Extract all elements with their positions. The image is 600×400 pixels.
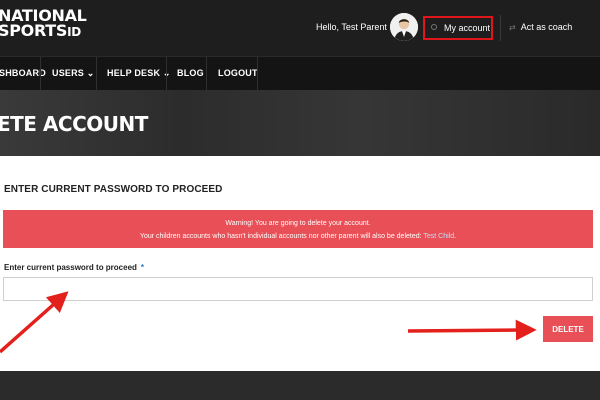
avatar[interactable] [390, 13, 418, 41]
nav-divider [40, 57, 41, 91]
child-account-link[interactable]: Test Child [423, 233, 454, 240]
nav-divider [166, 57, 167, 91]
act-as-coach-link[interactable]: ⇄ Act as coach [509, 22, 572, 32]
my-account-label: My account [444, 23, 491, 33]
site-logo[interactable]: NATIONAL SPORTSID [0, 8, 87, 40]
header-divider [500, 15, 501, 41]
swap-arrows-icon: ⇄ [509, 23, 516, 32]
nav-divider [96, 57, 97, 91]
warning-line2-container: Your children accounts who hasn't indivi… [3, 233, 593, 240]
nav-item-blog[interactable]: BLOG [177, 57, 204, 91]
top-header: NATIONAL SPORTSID Hello, Test Parent My … [0, 0, 600, 56]
gear-icon [431, 24, 437, 30]
current-password-input[interactable] [3, 277, 593, 301]
act-as-coach-label: Act as coach [520, 22, 573, 32]
warning-line2-end: . [454, 233, 457, 240]
nav-item-users[interactable]: USERS ⌄ [52, 57, 94, 91]
page-title: ETE ACCOUNT [0, 112, 148, 136]
delete-button[interactable]: DELETE [543, 316, 593, 342]
my-account-button[interactable]: My account [423, 16, 493, 40]
main-navigation: SHBOARD USERS ⌄ HELP DESK ⌄ BLOG LOGOUT [0, 56, 600, 91]
password-field-label-text: Enter current password to proceed [4, 263, 137, 272]
logo-line2: SPORTS [0, 21, 68, 40]
required-mark: * [140, 263, 145, 272]
user-greeting: Hello, Test Parent [316, 22, 387, 32]
nav-divider [257, 57, 258, 91]
logo-id: ID [67, 25, 81, 39]
page-hero: ETE ACCOUNT [0, 90, 600, 156]
password-field-label: Enter current password to proceed * [4, 263, 144, 272]
warning-line2: Your children accounts who hasn't indivi… [139, 233, 422, 240]
warning-line1: Warning! You are going to delete your ac… [225, 220, 371, 227]
warning-alert: Warning! You are going to delete your ac… [3, 210, 593, 248]
delete-account-panel: ENTER CURRENT PASSWORD TO PROCEED Warnin… [0, 156, 600, 371]
nav-divider [206, 57, 207, 91]
nav-item-help-desk[interactable]: HELP DESK ⌄ [107, 57, 171, 91]
avatar-image [390, 13, 418, 41]
nav-item-logout[interactable]: LOGOUT [218, 57, 258, 91]
page-footer [0, 371, 600, 400]
section-title: ENTER CURRENT PASSWORD TO PROCEED [4, 184, 223, 195]
